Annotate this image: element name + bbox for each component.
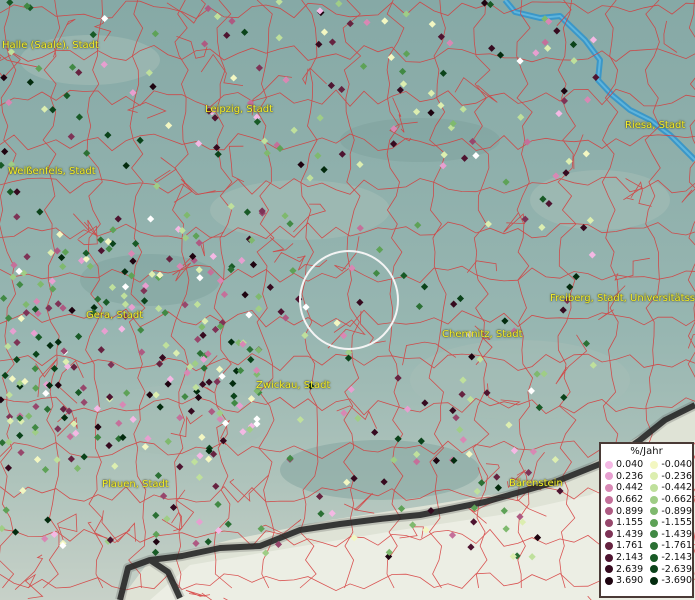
- legend-row: 0.899 -0.899: [601, 505, 692, 517]
- legend-swatch: [605, 507, 613, 516]
- legend-swatch: [650, 553, 659, 562]
- legend-swatch: [605, 541, 613, 550]
- legend-swatch: [650, 483, 659, 492]
- legend-row: 0.662 -0.662: [601, 494, 692, 506]
- legend-swatch: [605, 576, 613, 585]
- legend-value: 0.662: [616, 494, 644, 506]
- legend-swatch: [605, 518, 613, 527]
- legend-row: 0.236 -0.236: [601, 471, 692, 483]
- legend-swatch: [650, 495, 659, 504]
- legend-swatch: [650, 576, 659, 585]
- city-label: Halle (Saale), Stadt: [2, 40, 99, 51]
- legend-swatch: [650, 460, 659, 469]
- legend-row: 2.639 -2.639: [601, 563, 692, 575]
- legend-value: 0.040: [616, 459, 644, 471]
- city-label: Leipzig, Stadt: [205, 104, 274, 115]
- legend-swatch: [650, 472, 659, 481]
- legend-value: -0.662: [661, 494, 692, 506]
- legend-swatch: [605, 495, 613, 504]
- city-label: Chemnitz, Stadt: [442, 329, 523, 340]
- legend-value: 1.155: [616, 517, 644, 529]
- legend-swatch: [605, 565, 613, 574]
- legend-swatch: [605, 530, 613, 539]
- legend-swatch: [650, 518, 659, 527]
- legend-row: 1.761 -1.761: [601, 540, 692, 552]
- legend-value: -1.439: [661, 528, 692, 540]
- legend-value: 1.439: [616, 528, 644, 540]
- legend-value: -2.143: [661, 552, 692, 564]
- legend-row: 3.690 -3.690: [601, 575, 692, 587]
- legend-row: 1.155 -1.155: [601, 517, 692, 529]
- legend-swatch: [605, 472, 613, 481]
- legend-row: 0.040 -0.040: [601, 459, 692, 471]
- legend-title: %/Jahr: [630, 446, 663, 457]
- legend-row: 2.143 -2.143: [601, 552, 692, 564]
- legend-value: 0.236: [616, 470, 644, 482]
- city-label: Weißenfels, Stadt: [8, 166, 96, 177]
- legend-value: -1.761: [661, 540, 692, 552]
- city-label: Bärenstein: [509, 478, 563, 489]
- legend-value: 3.690: [616, 575, 644, 587]
- city-label: Plauen, Stadt: [102, 479, 169, 490]
- legend-value: -0.040: [661, 459, 692, 471]
- city-label: Zwickau, Stadt: [256, 380, 331, 391]
- city-label: Freiberg, Stadt, Universitätsstadt: [550, 293, 695, 304]
- legend-value: -0.899: [661, 505, 692, 517]
- legend-swatch: [650, 565, 659, 574]
- legend-swatch: [605, 483, 613, 492]
- legend-value: 0.442: [616, 482, 644, 494]
- legend-row: 1.439 -1.439: [601, 529, 692, 541]
- legend-value: -0.442: [661, 482, 692, 494]
- legend-value: -1.155: [661, 517, 692, 529]
- legend-value: 1.761: [616, 540, 644, 552]
- legend-swatch: [650, 541, 659, 550]
- city-label: Gera, Stadt: [86, 310, 144, 321]
- legend-value: -0.236: [661, 470, 692, 482]
- legend-swatch: [650, 507, 659, 516]
- legend-value: 0.899: [616, 505, 644, 517]
- city-label: Riesa, Stadt: [625, 120, 686, 131]
- legend-swatch: [650, 530, 659, 539]
- legend-value: -2.639: [661, 563, 692, 575]
- legend-swatch: [605, 553, 613, 562]
- legend-row: 0.442 -0.442: [601, 482, 692, 494]
- legend-swatch: [605, 460, 613, 469]
- legend-value: 2.639: [616, 563, 644, 575]
- legend-value: 2.143: [616, 552, 644, 564]
- legend-value: -3.690: [661, 575, 692, 587]
- map-canvas[interactable]: Halle (Saale), Stadt Leipzig, Stadt Riesa,…: [0, 0, 695, 600]
- legend: %/Jahr 0.040 -0.040 0.236 -0.236 0.442 -0.442…: [599, 442, 694, 598]
